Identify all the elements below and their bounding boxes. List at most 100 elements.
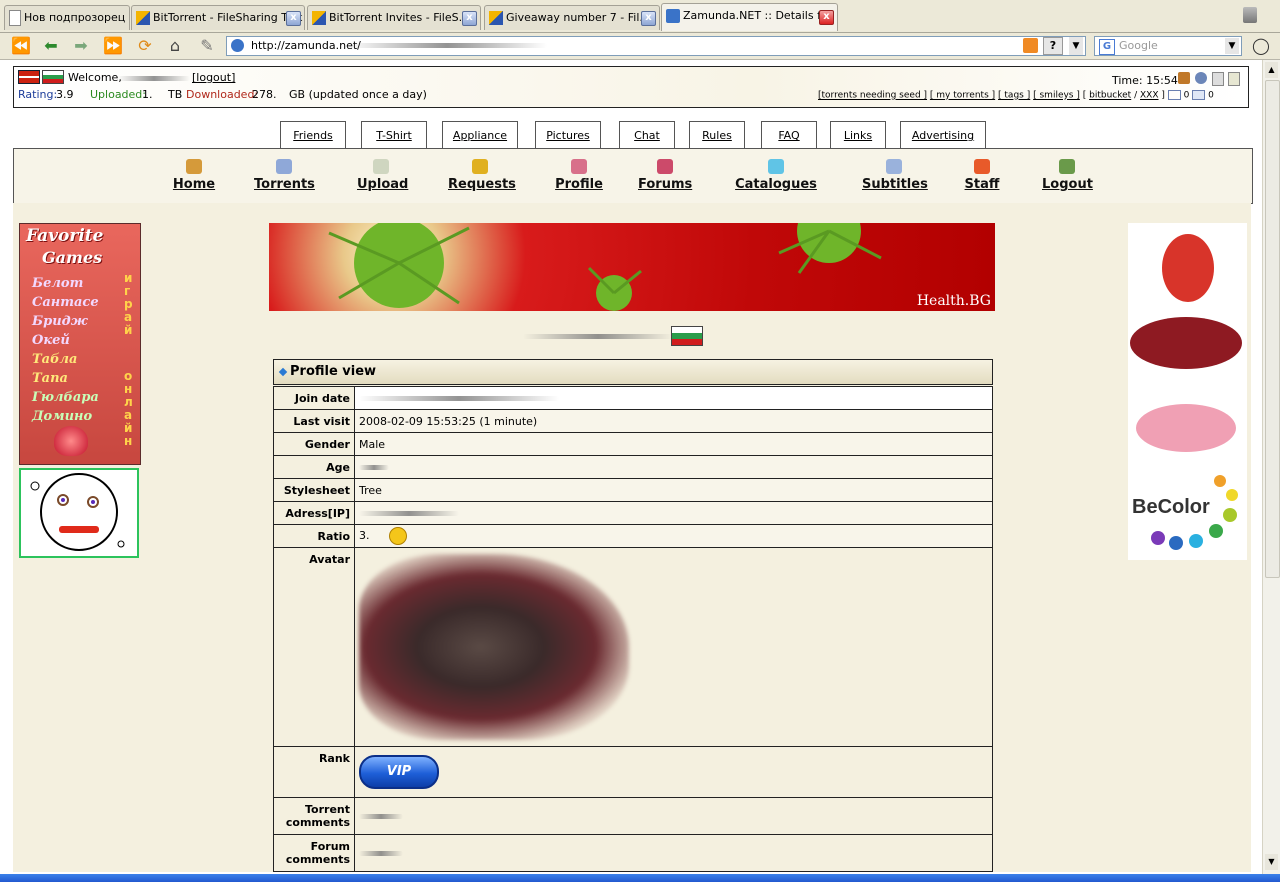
table-row: Stylesheet Tree xyxy=(273,478,993,502)
home-icon[interactable]: ⌂ xyxy=(164,36,186,56)
field-label: Avatar xyxy=(273,547,355,747)
document-icon[interactable] xyxy=(1212,72,1224,86)
logout-link[interactable]: [logout] xyxy=(192,71,235,84)
downloaded-value: 278. xyxy=(252,88,277,101)
tab-rules[interactable]: Rules xyxy=(689,121,745,148)
nav-profile[interactable]: Profile xyxy=(554,159,604,192)
profile-table: Join date Last visit 2008-02-09 15:53:25… xyxy=(273,386,993,872)
rewind-icon[interactable]: ⏪ xyxy=(10,36,32,56)
banner-brand: Health.BG xyxy=(916,293,991,309)
catalogues-icon xyxy=(768,159,784,174)
nav-home[interactable]: Home xyxy=(172,159,216,192)
grin-smiley-icon xyxy=(389,527,407,545)
chevron-down-icon[interactable]: ▼ xyxy=(1069,37,1083,55)
nav-forums[interactable]: Forums xyxy=(638,159,692,192)
health-banner-ad[interactable]: Health.BG xyxy=(269,223,995,311)
nav-torrents[interactable]: Torrents xyxy=(254,159,315,192)
country-flag-icon xyxy=(671,326,703,346)
forward-arrow-icon[interactable]: ➡ xyxy=(70,36,92,56)
heart-dice-icon xyxy=(54,426,88,456)
tab-advertising[interactable]: Advertising xyxy=(900,121,986,148)
tab-t-shirt[interactable]: T-Shirt xyxy=(361,121,427,148)
quick-links: [torrents needing seed ] [ my torrents ]… xyxy=(818,90,1214,101)
tab-chat[interactable]: Chat xyxy=(619,121,675,148)
scroll-down-icon[interactable]: ▼ xyxy=(1265,854,1278,870)
nav-requests[interactable]: Requests xyxy=(448,159,516,192)
profile-view-title: Profile view xyxy=(290,364,377,379)
fast-forward-icon[interactable]: ⏩ xyxy=(102,36,124,56)
tab-bittorrent-talk[interactable]: BitTorrent - FileSharing Talk x xyxy=(131,5,305,30)
tab-new-subwindow[interactable]: Нов подпрозорец xyxy=(4,5,130,30)
nav-subtitles[interactable]: Subtitles xyxy=(862,159,928,192)
users-icon[interactable] xyxy=(1178,72,1190,84)
tab-giveaway[interactable]: Giveaway number 7 - Fil... x xyxy=(484,5,660,30)
back-arrow-icon[interactable]: ⬅ xyxy=(40,36,62,56)
mail-icon[interactable] xyxy=(1167,90,1181,100)
bitbucket-link[interactable]: bitbucket xyxy=(1089,91,1131,101)
trash-icon[interactable] xyxy=(1243,7,1257,23)
close-icon[interactable]: x xyxy=(286,11,301,26)
nav-staff[interactable]: Staff xyxy=(962,159,1002,192)
close-icon[interactable]: x xyxy=(819,10,834,25)
address-bar[interactable]: http://zamunda.net/ ? ▼ xyxy=(226,36,1086,56)
scroll-up-icon[interactable]: ▲ xyxy=(1265,62,1278,78)
tab-links[interactable]: Links xyxy=(830,121,886,148)
redacted-username xyxy=(118,76,190,81)
chevron-down-icon[interactable]: ▼ xyxy=(1225,38,1239,54)
os-taskbar xyxy=(0,874,1280,882)
torrent-comments-value xyxy=(354,797,993,835)
xxx-link[interactable]: XXX xyxy=(1140,91,1159,101)
outbox-count: 0 xyxy=(1208,90,1214,101)
becolor-ad[interactable]: BeColor xyxy=(1128,223,1247,560)
staff-icon xyxy=(974,159,990,174)
tab-bittorrent-invites[interactable]: BitTorrent Invites - FileS... x xyxy=(307,5,481,30)
tab-label: Zamunda.NET :: Details f... xyxy=(683,9,831,22)
close-icon[interactable]: x xyxy=(462,11,477,26)
tab-pictures[interactable]: Pictures xyxy=(535,121,601,148)
sent-mail-icon[interactable] xyxy=(1192,90,1206,100)
tags-link[interactable]: [ tags ] xyxy=(998,91,1030,101)
redacted-url xyxy=(347,43,547,48)
ad-title-1: Favorite xyxy=(26,226,104,246)
nav-upload[interactable]: Upload xyxy=(357,159,408,192)
search-input[interactable]: G Google ▼ xyxy=(1094,36,1242,56)
games-list: Белот Сантасе Бридж Окей Табла Тапа Гюлб… xyxy=(32,274,124,426)
game-item: Сантасе xyxy=(32,295,99,310)
torrents-icon xyxy=(276,159,292,174)
close-icon[interactable]: x xyxy=(641,11,656,26)
scroll-thumb[interactable] xyxy=(1265,80,1280,578)
uk-flag-icon[interactable] xyxy=(18,70,40,84)
ip-value xyxy=(354,501,993,525)
tab-zamunda[interactable]: Zamunda.NET :: Details f... x xyxy=(661,3,838,31)
torrents-needing-seed-link[interactable]: [torrents needing seed ] xyxy=(818,91,927,101)
game-item: Белот xyxy=(32,276,84,291)
my-torrents-link[interactable]: [ my torrents ] xyxy=(930,91,995,101)
help-icon[interactable]: ? xyxy=(1043,37,1063,55)
smiley-ad[interactable] xyxy=(19,468,139,558)
welcome-text: Welcome, xyxy=(68,71,122,84)
reload-icon[interactable]: ⟳ xyxy=(134,36,156,56)
redacted-value xyxy=(359,851,403,856)
downloaded-label: Downloaded: xyxy=(186,88,259,101)
bg-flag-icon[interactable] xyxy=(42,70,64,84)
subtitles-icon xyxy=(886,159,902,174)
vertical-scrollbar[interactable]: ▲ ▼ xyxy=(1262,60,1280,874)
tab-friends[interactable]: Friends xyxy=(280,121,346,148)
tab-appliance[interactable]: Appliance xyxy=(442,121,518,148)
smileys-link[interactable]: [ smileys ] xyxy=(1033,91,1080,101)
tab-label: Giveaway number 7 - Fil... xyxy=(506,11,650,24)
tab-faq[interactable]: FAQ xyxy=(761,121,817,148)
main-navigation: Home Torrents Upload Requests Profile Fo… xyxy=(13,148,1253,204)
notes-icon[interactable] xyxy=(1228,72,1240,86)
field-label: Last visit xyxy=(273,409,355,433)
pen-icon[interactable]: ✎ xyxy=(196,36,218,56)
nav-logout[interactable]: Logout xyxy=(1042,159,1093,192)
page-content: Favorite Games Белот Сантасе Бридж Окей … xyxy=(13,203,1251,872)
nav-catalogues[interactable]: Catalogues xyxy=(734,159,818,192)
search-icon[interactable] xyxy=(1195,72,1207,84)
rss-icon[interactable] xyxy=(1023,38,1038,53)
binoculars-icon[interactable]: ◯ xyxy=(1250,36,1272,56)
logout-icon xyxy=(1059,159,1075,174)
favorite-games-ad[interactable]: Favorite Games Белот Сантасе Бридж Окей … xyxy=(19,223,141,465)
game-item: Бридж xyxy=(32,314,88,329)
